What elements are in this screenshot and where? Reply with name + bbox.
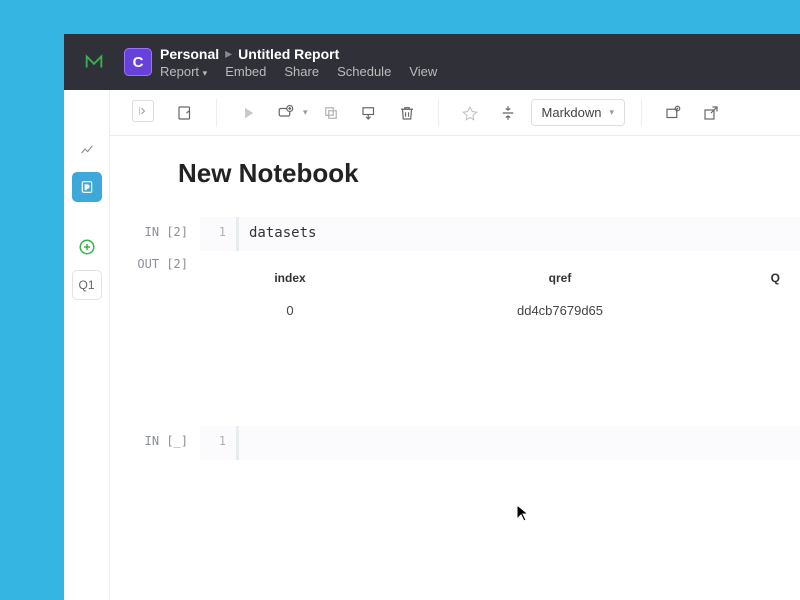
logo-icon[interactable]: [64, 51, 124, 73]
notebook-content: New Notebook IN [2] 1 datasets OUT [2]: [110, 136, 800, 600]
menu-embed[interactable]: Embed: [225, 64, 266, 79]
breadcrumb-title[interactable]: Untitled Report: [238, 46, 339, 62]
chevron-down-icon[interactable]: ▾: [303, 107, 308, 118]
toolbar: ▾ Markdown ▾: [64, 90, 800, 136]
chevron-right-icon: ▸: [225, 45, 232, 62]
table-cell: 0: [200, 293, 380, 328]
table-header: Q: [740, 263, 800, 293]
svg-text:P: P: [84, 185, 89, 192]
rail-query-q1[interactable]: Q1: [72, 270, 102, 300]
collapse-panel-button[interactable]: [132, 100, 154, 122]
clear-output-button[interactable]: [455, 98, 485, 128]
chevron-down-icon: ▾: [610, 107, 615, 118]
export-button[interactable]: [170, 98, 200, 128]
add-cell-button[interactable]: [271, 98, 301, 128]
line-number: 1: [200, 217, 236, 251]
cell-out-prompt: OUT [2]: [110, 257, 200, 368]
run-button[interactable]: [233, 98, 263, 128]
cell-in-prompt: IN [2]: [110, 217, 200, 239]
collapse-output-button[interactable]: [493, 98, 523, 128]
add-chart-button[interactable]: [658, 98, 688, 128]
rail-chart-icon[interactable]: [72, 134, 102, 164]
add-query-button[interactable]: [72, 232, 102, 262]
open-external-button[interactable]: [696, 98, 726, 128]
header-menus: Report ▾ Embed Share Schedule View: [160, 64, 437, 79]
output-table: index qref Q 0 dd4cb7679d65: [200, 263, 800, 328]
table-header: index: [200, 263, 380, 293]
cell-in-prompt: IN [_]: [110, 426, 200, 448]
input-cell[interactable]: IN [_] 1: [110, 426, 800, 460]
table-header-row: index qref Q: [200, 263, 800, 293]
app-header: C Personal ▸ Untitled Report Report ▾ Em…: [64, 34, 800, 90]
menu-schedule[interactable]: Schedule: [337, 64, 391, 79]
format-label: Markdown: [542, 105, 602, 120]
table-row: 0 dd4cb7679d65: [200, 293, 800, 328]
format-select[interactable]: Markdown ▾: [531, 99, 626, 126]
app-window: C Personal ▸ Untitled Report Report ▾ Em…: [64, 34, 800, 600]
code-input[interactable]: [236, 426, 800, 460]
code-input[interactable]: datasets: [236, 217, 800, 251]
copy-cell-button[interactable]: [316, 98, 346, 128]
left-rail: P Q1: [64, 90, 110, 600]
move-cell-down-button[interactable]: [354, 98, 384, 128]
workspace-badge[interactable]: C: [124, 48, 152, 76]
table-header: qref: [380, 263, 740, 293]
delete-cell-button[interactable]: [392, 98, 422, 128]
menu-report[interactable]: Report ▾: [160, 64, 207, 79]
breadcrumb-workspace[interactable]: Personal: [160, 46, 219, 62]
input-cell[interactable]: IN [2] 1 datasets: [110, 217, 800, 251]
breadcrumb: Personal ▸ Untitled Report: [160, 45, 437, 62]
line-number: 1: [200, 426, 236, 460]
table-cell: dd4cb7679d65: [380, 293, 740, 328]
menu-view[interactable]: View: [409, 64, 437, 79]
notebook-title[interactable]: New Notebook: [178, 158, 800, 189]
menu-share[interactable]: Share: [284, 64, 319, 79]
rail-notebook-icon[interactable]: P: [72, 172, 102, 202]
chevron-down-icon: ▾: [203, 68, 208, 78]
